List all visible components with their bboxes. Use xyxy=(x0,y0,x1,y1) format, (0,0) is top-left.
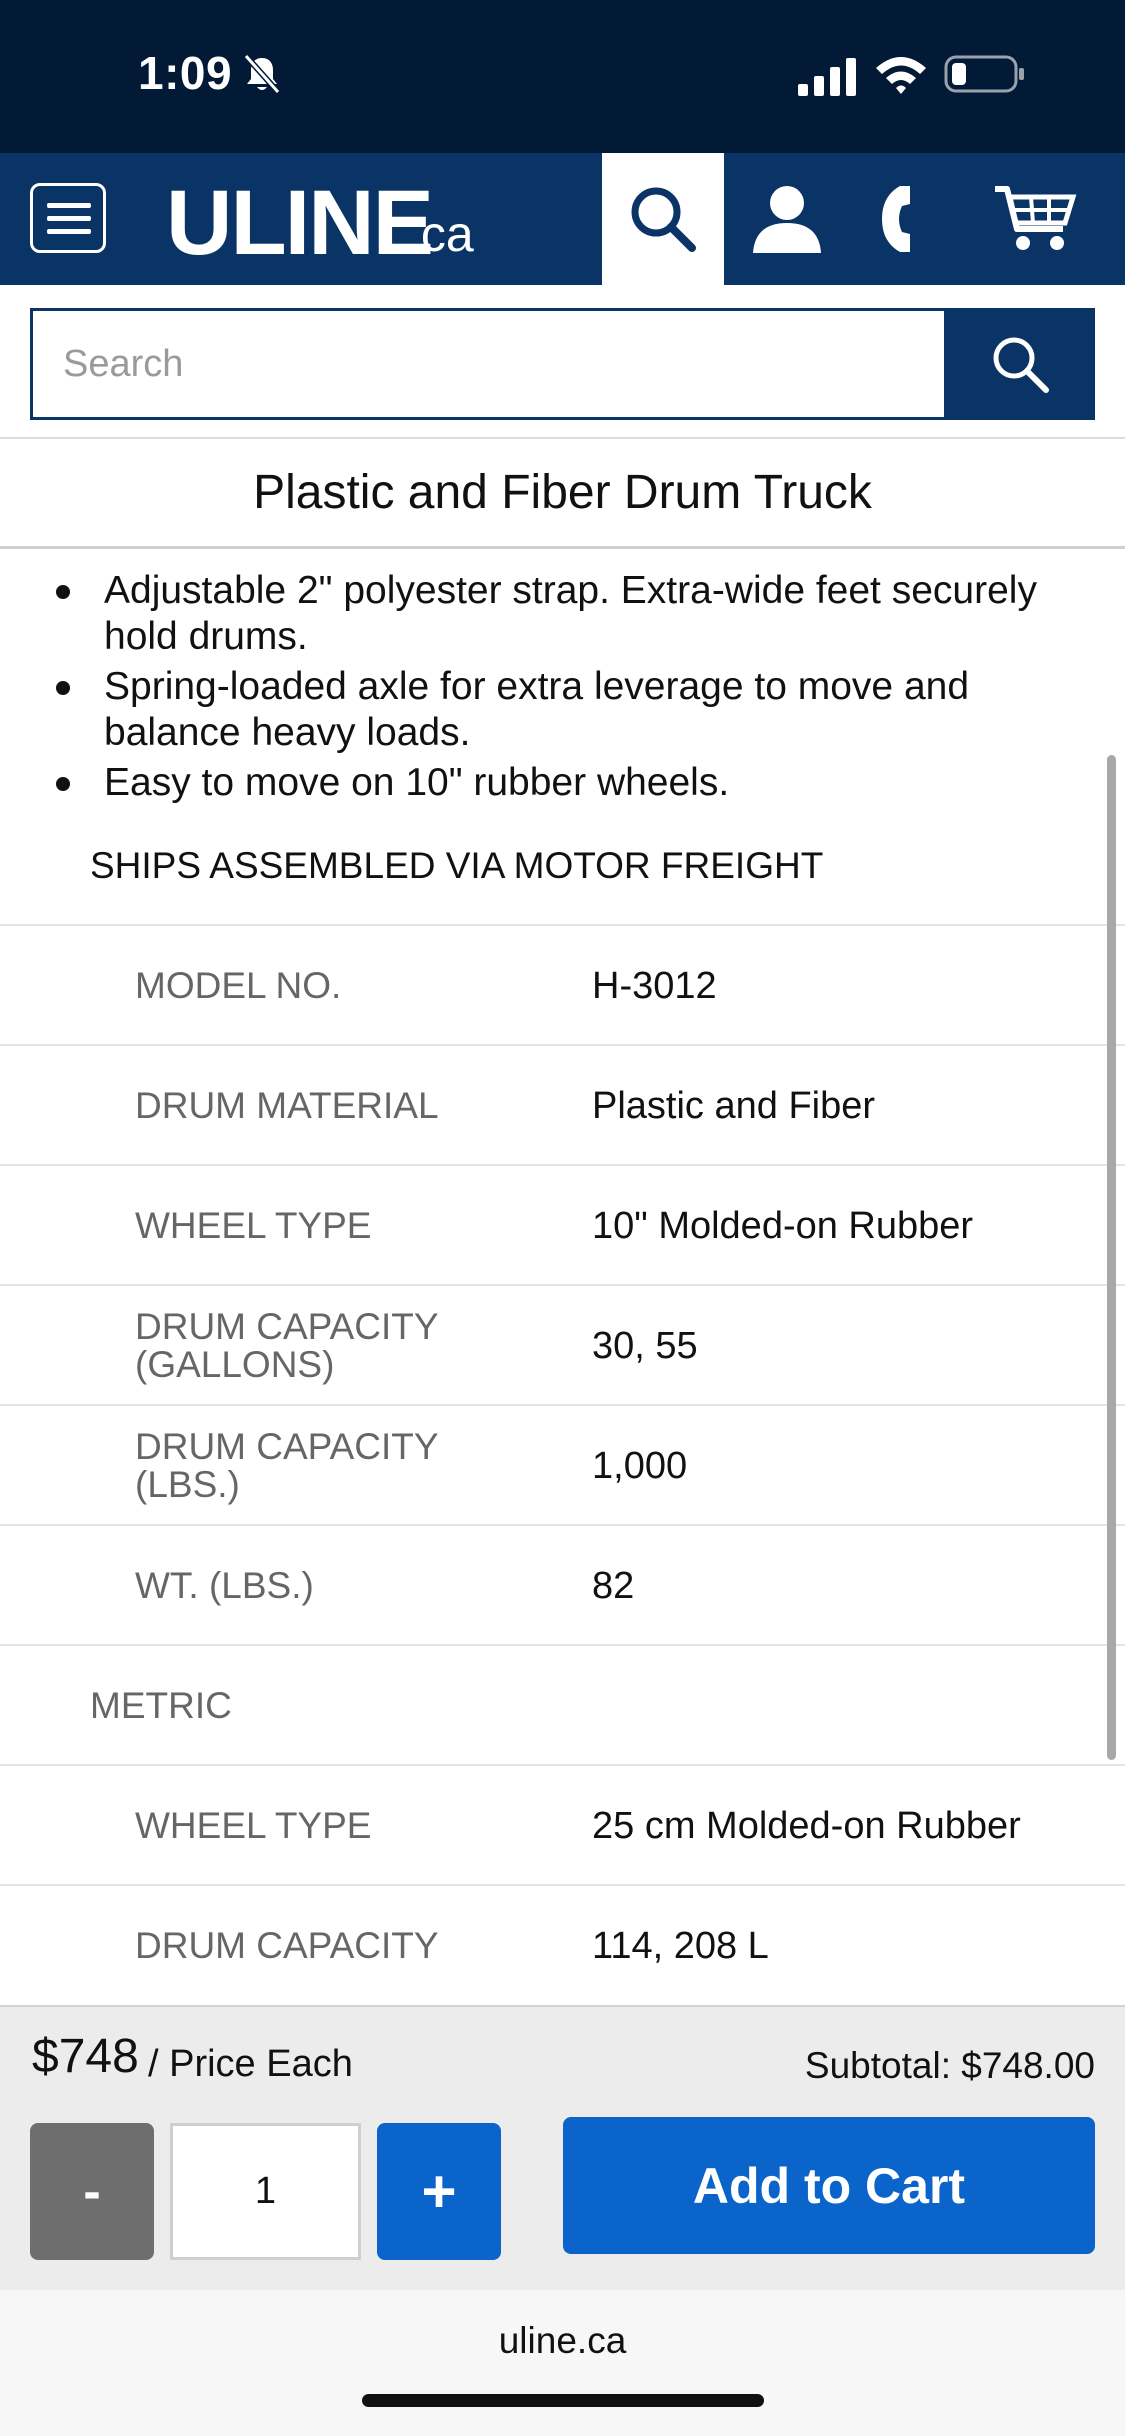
account-button[interactable] xyxy=(740,153,834,285)
feature-bullet: Spring-loaded axle for extra leverage to… xyxy=(0,664,1100,756)
spec-row: DRUM CAPACITY (LBS.) 1,000 xyxy=(0,1404,1125,1524)
browser-url[interactable]: uline.ca xyxy=(0,2320,1125,2362)
spec-value: 10" Molded-on Rubber xyxy=(592,1205,974,1247)
spec-row: WT. (LBS.) 82 xyxy=(0,1524,1125,1644)
search-submit-button[interactable] xyxy=(944,308,1095,420)
menu-line xyxy=(47,203,91,208)
battery-icon xyxy=(944,55,1024,93)
spec-row: DRUM CAPACITY (GALLONS) 30, 55 xyxy=(0,1284,1125,1404)
spec-value: 82 xyxy=(592,1565,635,1607)
spec-value: Plastic and Fiber xyxy=(592,1085,876,1127)
spec-value: H-3012 xyxy=(592,965,717,1007)
cellular-signal-icon xyxy=(798,58,856,96)
metric-section-heading-row: METRIC xyxy=(0,1644,1125,1764)
status-time: 1:09 xyxy=(138,47,233,99)
search-icon xyxy=(631,187,696,252)
quantity-input[interactable]: 1 xyxy=(170,2123,361,2260)
purchase-panel: $748 / Price Each Subtotal: $748.00 - 1 … xyxy=(0,2005,1125,2290)
header-search-button[interactable] xyxy=(602,153,724,285)
browser-address-bar[interactable]: uline.ca xyxy=(0,2290,1125,2436)
search-bar xyxy=(30,308,1095,420)
page-scrollbar[interactable] xyxy=(1107,755,1116,1760)
product-title-bar: Plastic and Fiber Drum Truck xyxy=(0,437,1125,549)
price-unit: / Price Each xyxy=(148,2043,353,2085)
spec-row: WHEEL TYPE 10" Molded-on Rubber xyxy=(0,1164,1125,1284)
spec-label: MODEL NO. xyxy=(135,965,342,1006)
shipping-note: SHIPS ASSEMBLED VIA MOTOR FREIGHT xyxy=(90,845,824,886)
spec-label: WHEEL TYPE xyxy=(135,1205,372,1246)
search-input[interactable] xyxy=(30,308,944,420)
feature-bullet: Easy to move on 10" rubber wheels. xyxy=(0,760,1100,806)
metric-heading: METRIC xyxy=(90,1685,232,1726)
spec-row: DRUM CAPACITY 114, 208 L xyxy=(0,1884,1125,2004)
add-to-cart-button[interactable]: Add to Cart xyxy=(563,2117,1095,2254)
spec-value: 30, 55 xyxy=(592,1325,698,1367)
status-bar: 1:09 xyxy=(0,0,1125,153)
phone-icon xyxy=(882,186,910,252)
spec-row: DRUM MATERIAL Plastic and Fiber xyxy=(0,1044,1125,1164)
spec-table: MODEL NO. H-3012 DRUM MATERIAL Plastic a… xyxy=(0,924,1125,2004)
cart-button[interactable] xyxy=(980,153,1090,285)
spec-row: WHEEL TYPE 25 cm Molded-on Rubber xyxy=(0,1764,1125,1884)
cart-icon xyxy=(995,186,1077,250)
phone-button[interactable] xyxy=(860,153,954,285)
subtotal: Subtotal: $748.00 xyxy=(804,2045,1095,2086)
spec-value: 25 cm Molded-on Rubber xyxy=(592,1805,1021,1847)
wifi-icon xyxy=(876,57,926,94)
silent-bell-icon xyxy=(243,54,281,94)
menu-line xyxy=(47,216,91,221)
spec-row: MODEL NO. H-3012 xyxy=(0,924,1125,1044)
feature-bullet: Adjustable 2" polyester strap. Extra-wid… xyxy=(0,568,1100,660)
site-header: ULINE .ca xyxy=(0,153,1125,285)
spec-value: 114, 208 L xyxy=(592,1925,769,1967)
user-icon xyxy=(753,186,821,253)
spec-label: DRUM CAPACITY (GALLONS) xyxy=(135,1306,438,1385)
spec-value: 1,000 xyxy=(592,1445,688,1487)
search-icon xyxy=(993,337,1049,393)
price-value: $748 xyxy=(32,2030,139,2083)
spec-label: DRUM CAPACITY (LBS.) xyxy=(135,1426,438,1505)
hamburger-menu-button[interactable] xyxy=(30,183,106,253)
spec-label: DRUM MATERIAL xyxy=(135,1085,439,1126)
feature-list: Adjustable 2" polyester strap. Extra-wid… xyxy=(0,568,1100,810)
home-indicator[interactable] xyxy=(362,2394,764,2407)
uline-logo-suffix[interactable]: .ca xyxy=(407,205,474,263)
quantity-increase-button[interactable]: + xyxy=(377,2123,501,2260)
spec-label: DRUM CAPACITY xyxy=(135,1925,439,1966)
spec-label: WT. (LBS.) xyxy=(135,1565,314,1606)
uline-logo[interactable]: ULINE xyxy=(166,171,434,276)
menu-line xyxy=(47,229,91,234)
spec-label: WHEEL TYPE xyxy=(135,1805,372,1846)
product-title: Plastic and Fiber Drum Truck xyxy=(253,466,872,519)
quantity-decrease-button[interactable]: - xyxy=(30,2123,154,2260)
